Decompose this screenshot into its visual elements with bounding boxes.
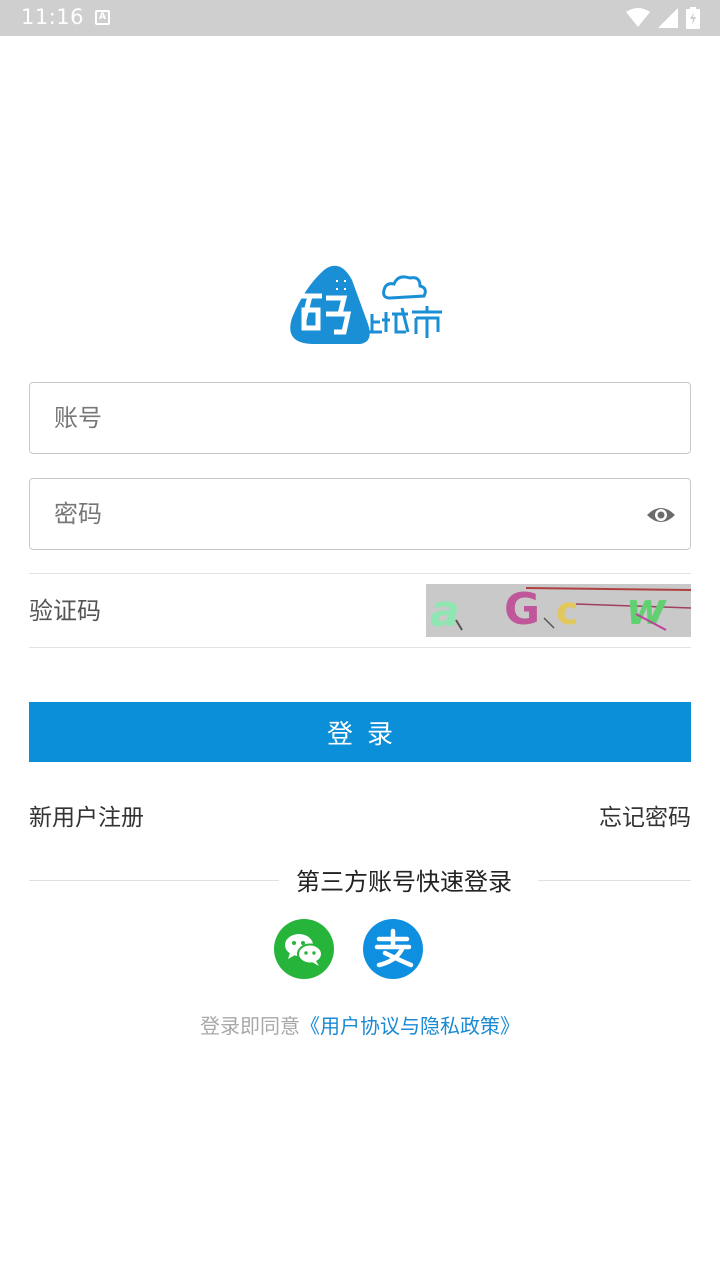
captcha-row: a G c w (29, 573, 691, 648)
password-field-container (29, 478, 691, 550)
captcha-graphic: a G c w (426, 584, 691, 637)
captcha-image[interactable]: a G c w (426, 584, 691, 637)
account-field-container (29, 382, 691, 454)
agreement-prefix: 登录即同意 (200, 1014, 300, 1038)
agreement-text: 登录即同意《用户协议与隐私政策》 (0, 1010, 720, 1039)
third-party-title: 第三方账号快速登录 (296, 868, 512, 896)
forgot-password-link[interactable]: 忘记密码 (599, 798, 691, 832)
battery-icon (686, 7, 700, 29)
alipay-login-button[interactable] (363, 919, 423, 979)
wifi-icon (626, 8, 650, 27)
captcha-input[interactable] (29, 574, 419, 647)
a-notification-icon: A (95, 10, 110, 25)
agreement-link[interactable]: 《用户协议与隐私政策》 (300, 1014, 520, 1038)
svg-text:a: a (430, 586, 460, 637)
password-input[interactable] (30, 479, 690, 549)
divider-left (29, 880, 279, 881)
alipay-icon (374, 928, 414, 968)
divider-right (538, 880, 691, 881)
register-link[interactable]: 新用户注册 (29, 798, 144, 832)
wechat-login-button[interactable] (274, 919, 334, 979)
eye-icon[interactable] (646, 503, 676, 527)
status-icons (626, 6, 700, 30)
account-input[interactable] (30, 383, 690, 453)
signal-icon (658, 8, 678, 28)
wechat-icon (285, 934, 323, 966)
svg-text:c: c (556, 589, 579, 633)
status-bar: 11:16 A (0, 0, 720, 36)
svg-text:G: G (504, 584, 540, 635)
status-time: 11:16 (21, 5, 85, 29)
login-button[interactable]: 登录 (29, 702, 691, 762)
app-logo (290, 265, 442, 344)
